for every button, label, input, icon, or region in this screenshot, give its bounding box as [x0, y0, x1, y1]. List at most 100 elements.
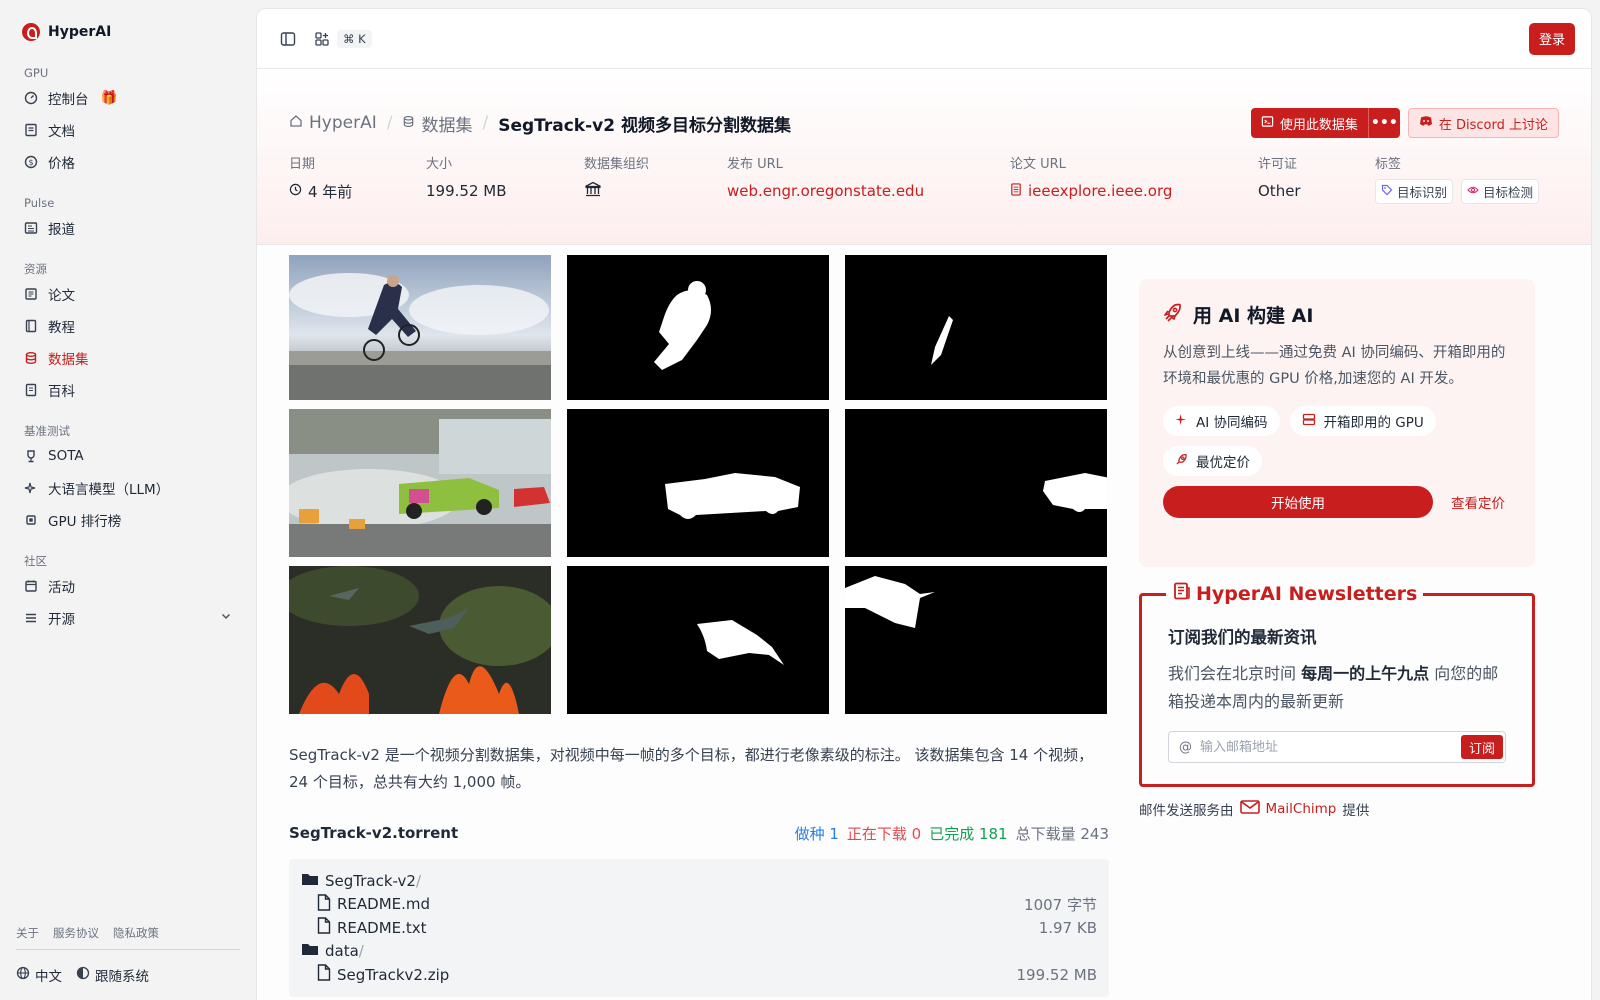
sidebar-item-papers[interactable]: 论文 — [16, 278, 240, 310]
file-icon — [317, 964, 331, 985]
chip-gpu: 开箱即用的 GPU — [1289, 406, 1436, 436]
footer-links: 关于 服务协议 隐私政策 — [16, 917, 240, 950]
paper-icon — [24, 287, 38, 301]
file-icon — [317, 894, 331, 915]
apps-icon[interactable] — [313, 30, 331, 48]
sidebar-item-pricing[interactable]: $ 价格 — [16, 146, 240, 178]
file-label: SegTrackv2.zip — [337, 965, 450, 984]
theme-label: 跟随系统 — [95, 969, 149, 985]
start-button[interactable]: 开始使用 — [1163, 486, 1433, 518]
preview-mask-car-1 — [567, 409, 829, 557]
breadcrumb-home[interactable]: HyperAI — [289, 113, 377, 133]
preview-frame-bird — [289, 566, 551, 714]
page-title: SegTrack-v2 视频多目标分割数据集 — [498, 115, 791, 136]
section-title-benchmarks: 基准测试 — [24, 424, 70, 438]
folder-slash: / — [415, 871, 422, 890]
file-row[interactable]: data/ — [301, 940, 1097, 964]
dollar-icon: $ — [24, 155, 38, 169]
email-input[interactable] — [1200, 739, 1461, 755]
sidebar-item-label: SOTA — [48, 448, 84, 464]
publish-url-link[interactable]: web.engr.oregonstate.edu — [727, 180, 1010, 202]
mailchimp-link[interactable]: MailChimp — [1239, 800, 1337, 818]
meta-tags-label: 标签 — [1375, 157, 1402, 172]
stat-completed: 已完成 181 — [929, 824, 1008, 843]
subscribe-button[interactable]: 订阅 — [1460, 735, 1503, 759]
globe-icon — [16, 966, 30, 984]
file-row[interactable]: SegTrackv2.zip 199.52 MB — [301, 963, 1097, 987]
sidebar-item-reports[interactable]: 报道 — [16, 212, 240, 244]
file-row[interactable]: README.txt 1.97 KB — [301, 916, 1097, 940]
tags-list: 目标识别 目标检测 — [1375, 178, 1540, 204]
breadcrumb-datasets-label: 数据集 — [421, 115, 473, 136]
folder-slash: / — [358, 942, 364, 961]
use-dataset-button[interactable]: 使用此数据集 — [1250, 108, 1368, 138]
tag-label: 目标检测 — [1483, 184, 1534, 200]
paper-url-link[interactable]: ieeexplore.ieee.org — [1010, 180, 1258, 202]
footer-link-terms[interactable]: 服务协议 — [53, 925, 99, 941]
sidebar-footer: 关于 服务协议 隐私政策 中文 跟随系统 — [16, 917, 240, 1000]
meta-size: 大小 199.52 MB — [426, 153, 584, 202]
ai-card-title: 用 AI 构建 AI — [1163, 301, 1511, 328]
ai-card-title-text: 用 AI 构建 AI — [1193, 305, 1314, 327]
login-button[interactable]: 登录 — [1528, 22, 1575, 55]
header-actions: 使用此数据集 ••• 在 Discord 上讨论 — [1250, 108, 1559, 138]
preview-mask-bmx-1 — [567, 255, 829, 400]
theme-switcher[interactable]: 跟随系统 — [76, 965, 149, 985]
language-switcher[interactable]: 中文 — [16, 965, 62, 985]
torrent-name[interactable]: SegTrack-v2.torrent — [289, 824, 458, 842]
file-size: 199.52 MB — [1016, 965, 1098, 984]
newspaper-icon — [24, 221, 38, 235]
brand[interactable]: HyperAI — [16, 20, 240, 44]
use-dataset-label: 使用此数据集 — [1279, 117, 1358, 133]
sparkles-icon — [24, 481, 38, 495]
sidebar-item-gpu-ranking[interactable]: GPU 排行榜 — [16, 504, 240, 536]
rocket-icon — [1163, 302, 1183, 327]
command-shortcut[interactable]: ⌘ K — [337, 29, 372, 48]
file-name: SegTrackv2.zip — [317, 964, 449, 985]
sidebar-item-sota[interactable]: SOTA — [16, 440, 240, 472]
breadcrumb-datasets[interactable]: 数据集 — [402, 111, 472, 136]
file-row[interactable]: SegTrack-v2/ — [301, 869, 1097, 893]
mail-service-note: 邮件发送服务由 MailChimp 提供 — [1139, 799, 1535, 819]
file-row[interactable]: README.md 1007 字节 — [301, 893, 1097, 917]
server-icon — [1302, 413, 1316, 430]
sidebar-item-tutorials[interactable]: 教程 — [16, 310, 240, 342]
meta-paper-label: 论文 URL — [1010, 157, 1066, 172]
institution-icon — [584, 181, 602, 201]
chip-label: 最优定价 — [1196, 455, 1250, 471]
sidebar-item-open-source[interactable]: 开源 — [16, 602, 240, 634]
footer-link-privacy[interactable]: 隐私政策 — [113, 925, 159, 941]
footer-settings: 中文 跟随系统 — [16, 950, 240, 1000]
tag-object-detection[interactable]: 目标检测 — [1461, 178, 1540, 204]
file-name: README.md — [317, 894, 430, 915]
torrent-stats: 做种 1 正在下载 0 已完成 181 总下载量 243 — [795, 823, 1109, 844]
view-pricing-link[interactable]: 查看定价 — [1451, 492, 1505, 512]
sidebar-item-wiki[interactable]: 百科 — [16, 374, 240, 406]
sidebar-toggle-icon[interactable] — [279, 30, 297, 48]
sidebar-item-events[interactable]: 活动 — [16, 570, 240, 602]
theme-icon — [76, 966, 90, 984]
sidebar-item-label: 论文 — [48, 288, 75, 304]
tag-icon — [1381, 184, 1393, 199]
more-actions-button[interactable]: ••• — [1367, 108, 1400, 138]
document-icon — [1010, 182, 1022, 200]
file-name: data/ — [301, 942, 364, 960]
sidebar-item-console[interactable]: 控制台 🎁 — [16, 82, 240, 114]
newsletter-text: 我们会在北京时间 每周一的上午九点 向您的邮箱投递本周内的最新更新 — [1168, 660, 1506, 716]
sidebar-item-label: 百科 — [48, 384, 75, 400]
clock-icon — [289, 182, 302, 200]
chevron-down-icon — [220, 610, 232, 626]
sidebar-item-label: 价格 — [48, 156, 75, 172]
sidebar-item-label: 开源 — [48, 612, 75, 628]
sidebar-item-docs[interactable]: 文档 — [16, 114, 240, 146]
chip-label: AI 协同编码 — [1196, 415, 1268, 431]
mailchimp-label: MailChimp — [1265, 801, 1337, 817]
preview-mask-bird-1 — [567, 566, 829, 714]
meta-license-label: 许可证 — [1258, 157, 1298, 172]
main-panel: ⌘ K 登录 HyperAI / 数据集 / SegTrack-v2 视频多目标… — [256, 8, 1592, 1000]
sidebar-item-datasets[interactable]: 数据集 — [16, 342, 240, 374]
sidebar-item-llm[interactable]: 大语言模型（LLM） — [16, 472, 240, 504]
discord-button[interactable]: 在 Discord 上讨论 — [1407, 108, 1559, 138]
tag-object-recognition[interactable]: 目标识别 — [1375, 178, 1454, 204]
footer-link-about[interactable]: 关于 — [16, 925, 39, 941]
